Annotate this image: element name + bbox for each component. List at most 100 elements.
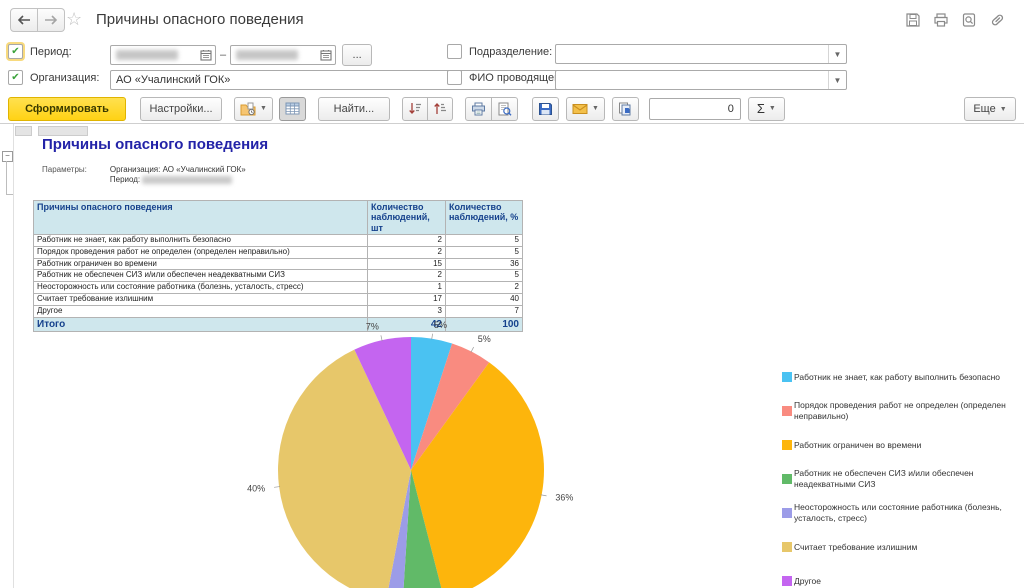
- find-button[interactable]: Найти...: [318, 97, 390, 121]
- count-cell[interactable]: 17: [368, 294, 446, 306]
- folder-clock-icon: [240, 102, 256, 116]
- count-cell[interactable]: 3: [368, 305, 446, 317]
- pct-cell[interactable]: 5: [446, 246, 523, 258]
- preview-icon[interactable]: [961, 12, 977, 28]
- count-cell[interactable]: 15: [368, 258, 446, 270]
- pct-cell[interactable]: 7: [446, 305, 523, 317]
- link-icon[interactable]: [989, 12, 1006, 28]
- pct-cell[interactable]: 40: [446, 294, 523, 306]
- print-preview-button[interactable]: [492, 97, 518, 121]
- table-row[interactable]: Другое 3 7: [34, 305, 523, 317]
- counter-input[interactable]: 0: [649, 98, 741, 120]
- collapse-group-button[interactable]: −: [2, 151, 13, 162]
- column-header[interactable]: Количество наблюдений, %: [446, 201, 523, 235]
- legend-label: Порядок проведения работ не определен (о…: [794, 400, 1018, 421]
- period-more-button[interactable]: ...: [342, 44, 372, 66]
- calendar-glyph: [200, 49, 212, 61]
- cause-cell[interactable]: Считает требование излишним: [34, 294, 368, 306]
- conductor-checkbox[interactable]: [447, 70, 462, 85]
- cause-cell[interactable]: Работник ограничен во времени: [34, 258, 368, 270]
- legend-item: Работник не обеспечен СИЗ и/или обеспече…: [782, 468, 1018, 490]
- period-checkbox[interactable]: [8, 44, 23, 59]
- cause-cell[interactable]: Другое: [34, 305, 368, 317]
- print-button[interactable]: [465, 97, 492, 121]
- legend-label: Работник не обеспечен СИЗ и/или обеспече…: [794, 468, 1018, 489]
- param-period-value-redacted: [142, 176, 232, 184]
- table-row[interactable]: Неосторожность или состояние работника (…: [34, 282, 523, 294]
- pct-cell[interactable]: 36: [446, 258, 523, 270]
- pct-cell[interactable]: 5: [446, 235, 523, 247]
- sum-button[interactable]: Σ ▼: [748, 97, 785, 121]
- send-mail-button[interactable]: ▼: [566, 97, 605, 121]
- column-header[interactable]: Причины опасного поведения: [34, 201, 368, 235]
- settings-button[interactable]: Настройки...: [140, 97, 222, 121]
- legend-swatch: [782, 508, 792, 518]
- save-icon[interactable]: [905, 12, 921, 28]
- group-line: [6, 161, 7, 194]
- copy-floppy-icon: [618, 102, 633, 116]
- table-row[interactable]: Порядок проведения работ не определен (о…: [34, 246, 523, 258]
- conductor-combo[interactable]: ▼: [555, 70, 847, 90]
- cause-cell[interactable]: Работник не знает, как работу выполнить …: [34, 235, 368, 247]
- legend-swatch: [782, 372, 792, 382]
- department-checkbox[interactable]: [447, 44, 462, 59]
- calendar-icon[interactable]: [316, 46, 335, 64]
- count-cell[interactable]: 2: [368, 270, 446, 282]
- legend-item: Неосторожность или состояние работника (…: [782, 502, 1018, 524]
- group-header-cell[interactable]: [38, 126, 88, 136]
- period-from-input[interactable]: [110, 45, 216, 65]
- department-label: Подразделение:: [469, 46, 552, 58]
- department-combo[interactable]: ▼: [555, 44, 847, 64]
- report-table: Причины опасного поведения Количество на…: [33, 200, 523, 332]
- back-button[interactable]: [10, 8, 38, 32]
- legend-swatch: [782, 440, 792, 450]
- calendar-icon[interactable]: [196, 46, 215, 64]
- report-toolbar: Сформировать Настройки... ▼ Найти...: [0, 94, 1024, 124]
- count-cell[interactable]: 2: [368, 246, 446, 258]
- cause-cell[interactable]: Неосторожность или состояние работника (…: [34, 282, 368, 294]
- legend-item: Другое: [782, 570, 1018, 588]
- period-fields: – ...: [110, 44, 372, 66]
- forward-button[interactable]: [38, 8, 65, 32]
- table-row[interactable]: Работник не обеспечен СИЗ и/или обеспече…: [34, 270, 523, 282]
- count-cell[interactable]: 1: [368, 282, 446, 294]
- count-cell[interactable]: 2: [368, 235, 446, 247]
- sigma-label: Σ: [757, 101, 765, 116]
- legend-label: Работник не знает, как работу выполнить …: [794, 372, 1000, 383]
- print-icon[interactable]: [933, 12, 949, 28]
- table-row[interactable]: Работник не знает, как работу выполнить …: [34, 235, 523, 247]
- grid-toggle-button[interactable]: [279, 97, 306, 121]
- generate-button[interactable]: Сформировать: [8, 97, 126, 121]
- sort-ascending-button[interactable]: [428, 97, 453, 121]
- sort-descending-button[interactable]: [402, 97, 428, 121]
- legend-item: Работник ограничен во времени: [782, 434, 1018, 456]
- legend-swatch: [782, 474, 792, 484]
- more-button[interactable]: Еще ▼: [964, 97, 1016, 121]
- favorite-star-icon[interactable]: ☆: [66, 9, 82, 30]
- pie-percent-label: 5%: [478, 334, 491, 344]
- conductor-label: ФИО проводящего:: [469, 72, 567, 84]
- save-copy-button[interactable]: [612, 97, 639, 121]
- save-result-button[interactable]: [532, 97, 559, 121]
- table-header-row: Причины опасного поведения Количество на…: [34, 201, 523, 235]
- group-header-cell[interactable]: [15, 126, 32, 136]
- organization-checkbox[interactable]: [8, 70, 23, 85]
- chevron-down-icon: ▼: [769, 105, 776, 112]
- organization-label: Организация:: [30, 72, 99, 84]
- column-header[interactable]: Количество наблюдений, шт: [368, 201, 446, 235]
- chevron-down-icon[interactable]: ▼: [828, 45, 846, 63]
- arrow-right-icon: [44, 15, 58, 25]
- cause-cell[interactable]: Порядок проведения работ не определен (о…: [34, 246, 368, 258]
- cause-cell[interactable]: Работник не обеспечен СИЗ и/или обеспече…: [34, 270, 368, 282]
- pct-cell[interactable]: 2: [446, 282, 523, 294]
- label-tick: [432, 334, 433, 340]
- legend-label: Неосторожность или состояние работника (…: [794, 502, 1018, 523]
- sort-desc-icon: [408, 102, 422, 115]
- period-dash: –: [220, 49, 226, 61]
- period-to-input[interactable]: [230, 45, 336, 65]
- chevron-down-icon[interactable]: ▼: [828, 71, 846, 89]
- table-row[interactable]: Считает требование излишним 17 40: [34, 294, 523, 306]
- table-row[interactable]: Работник ограничен во времени 15 36: [34, 258, 523, 270]
- report-variants-button[interactable]: ▼: [234, 97, 273, 121]
- pct-cell[interactable]: 5: [446, 270, 523, 282]
